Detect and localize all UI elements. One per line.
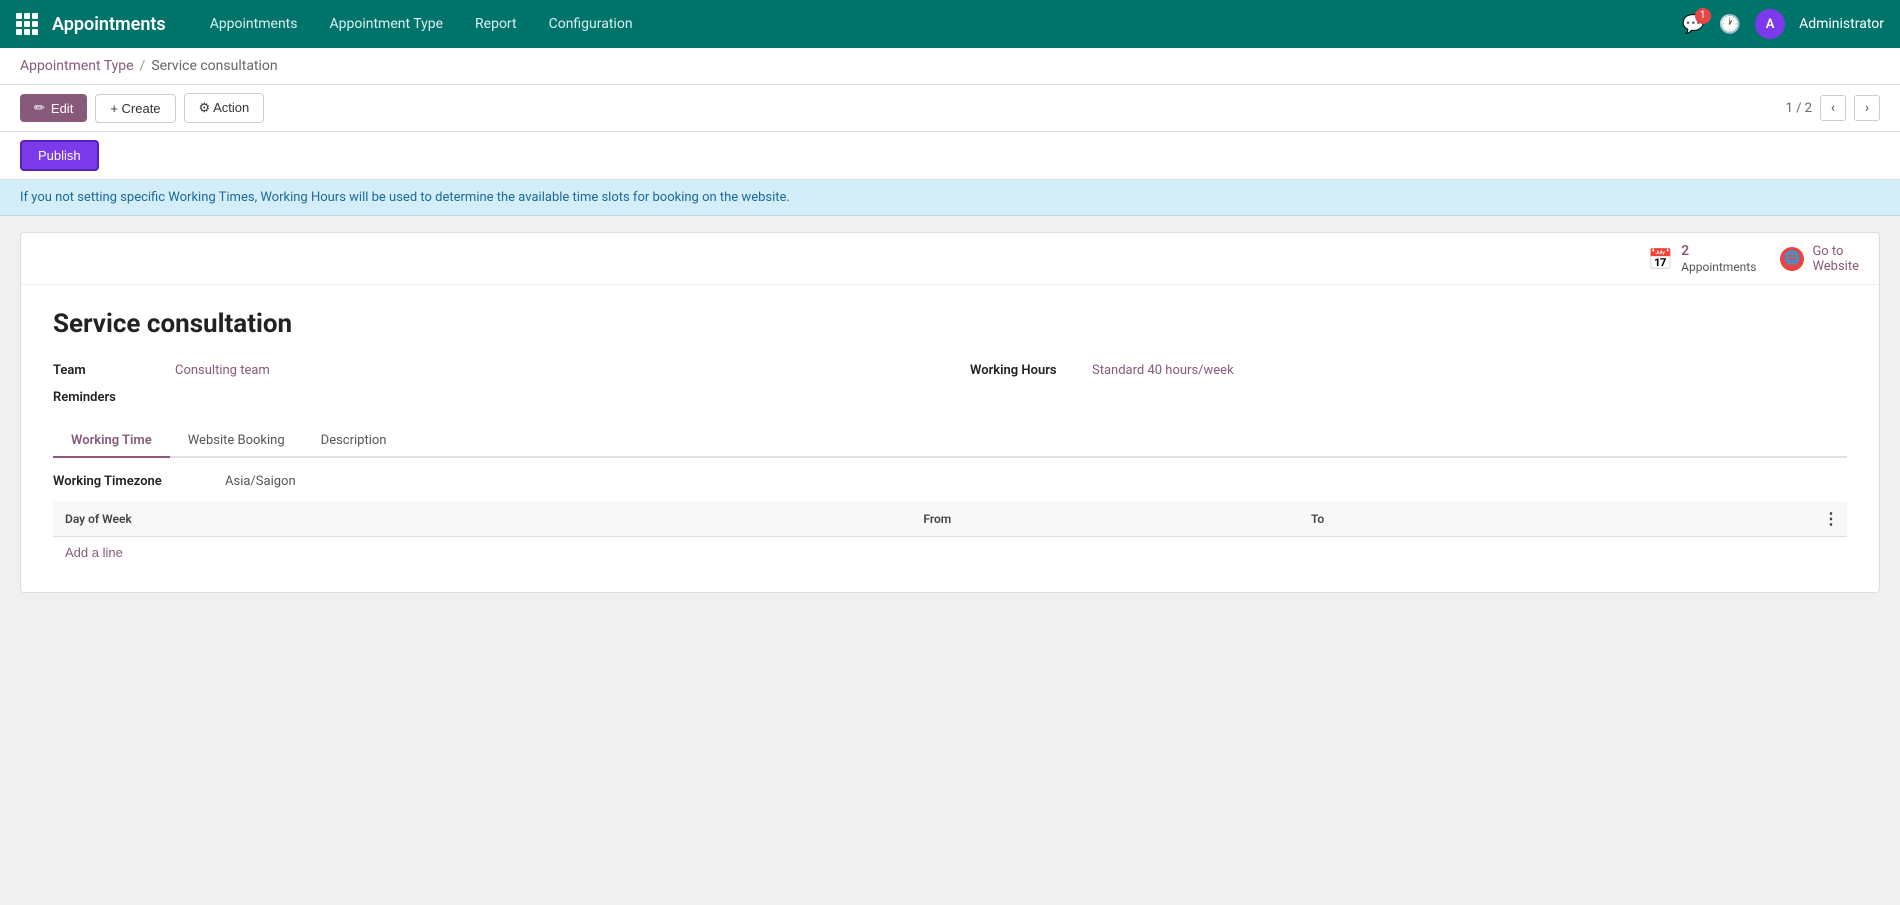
working-hours-label: Working Hours xyxy=(970,363,1080,378)
username: Administrator xyxy=(1799,16,1884,32)
team-value[interactable]: Consulting team xyxy=(175,363,270,378)
team-label: Team xyxy=(53,363,163,378)
info-banner-text: If you not setting specific Working Time… xyxy=(20,190,790,205)
goto-website-text: Go to Website xyxy=(1812,244,1859,274)
reminders-label: Reminders xyxy=(53,390,163,405)
goto-line1: Go to xyxy=(1812,244,1859,259)
tabs-bar: Working Time Website Booking Description xyxy=(53,425,1847,458)
pager-next-button[interactable]: › xyxy=(1854,95,1880,121)
edit-icon: ✏ xyxy=(34,100,45,116)
app-grid-icon[interactable] xyxy=(16,13,38,35)
working-hours-field-row: Working Hours Standard 40 hours/week xyxy=(970,363,1847,378)
edit-label: Edit xyxy=(51,101,73,116)
pager-prev-button[interactable]: ‹ xyxy=(1820,95,1846,121)
edit-button[interactable]: ✏ Edit xyxy=(20,94,87,122)
timezone-field-row: Working Timezone Asia/Saigon xyxy=(53,474,1847,489)
messages-icon[interactable]: 💬 1 xyxy=(1682,14,1704,35)
col-day-of-week: Day of Week xyxy=(53,501,732,537)
breadcrumb-separator: / xyxy=(140,58,146,74)
timezone-value: Asia/Saigon xyxy=(225,474,296,489)
action-button[interactable]: ⚙ Action xyxy=(184,93,265,123)
col-actions: ⋮ xyxy=(1578,501,1847,537)
breadcrumb: Appointment Type / Service consultation xyxy=(0,48,1900,85)
tab-working-time[interactable]: Working Time xyxy=(53,425,170,458)
calendar-icon: 📅 xyxy=(1648,247,1673,271)
right-fields: Working Hours Standard 40 hours/week xyxy=(970,363,1847,405)
top-navigation: Appointments Appointments Appointment Ty… xyxy=(0,0,1900,48)
record-body: Service consultation Team Consulting tea… xyxy=(21,285,1879,592)
breadcrumb-parent[interactable]: Appointment Type xyxy=(20,58,134,74)
notification-badge: 1 xyxy=(1695,8,1711,24)
nav-configuration[interactable]: Configuration xyxy=(535,10,647,38)
publish-button[interactable]: Publish xyxy=(20,140,99,171)
pager-text: 1 / 2 xyxy=(1786,101,1812,116)
stats-bar: 📅 2 Appointments 🌐 Go to Website xyxy=(21,233,1879,285)
team-field-row: Team Consulting team xyxy=(53,363,930,378)
working-time-tab-content: Working Timezone Asia/Saigon Day of Week… xyxy=(53,474,1847,568)
working-hours-value[interactable]: Standard 40 hours/week xyxy=(1092,363,1234,378)
topnav-right-section: 💬 1 🕐 A Administrator xyxy=(1682,9,1884,39)
clock-icon[interactable]: 🕐 xyxy=(1719,14,1741,35)
fields-grid: Team Consulting team Reminders Working H… xyxy=(53,363,1847,405)
col-to: To xyxy=(1299,501,1578,537)
website-globe-icon: 🌐 xyxy=(1780,247,1804,271)
appointments-label: Appointments xyxy=(1681,260,1756,274)
appointments-stat[interactable]: 📅 2 Appointments xyxy=(1648,243,1756,274)
tab-description[interactable]: Description xyxy=(303,425,405,458)
create-button[interactable]: + Create xyxy=(95,94,175,123)
table-actions-icon[interactable]: ⋮ xyxy=(1823,509,1839,528)
schedule-table: Day of Week From To ⋮ xyxy=(53,501,1847,537)
action-bar: ✏ Edit + Create ⚙ Action 1 / 2 ‹ › xyxy=(0,85,1900,132)
pager-section: 1 / 2 ‹ › xyxy=(1786,95,1880,121)
nav-appointments[interactable]: Appointments xyxy=(196,10,312,38)
record-card: 📅 2 Appointments 🌐 Go to Website Service… xyxy=(20,232,1880,593)
nav-report[interactable]: Report xyxy=(461,10,531,38)
goto-website-link[interactable]: 🌐 Go to Website xyxy=(1780,244,1859,274)
left-fields: Team Consulting team Reminders xyxy=(53,363,930,405)
info-banner: If you not setting specific Working Time… xyxy=(0,180,1900,216)
app-title: Appointments xyxy=(52,14,166,35)
timezone-label: Working Timezone xyxy=(53,474,213,489)
top-menu: Appointments Appointment Type Report Con… xyxy=(196,10,1683,38)
tab-website-booking[interactable]: Website Booking xyxy=(170,425,303,458)
goto-line2: Website xyxy=(1812,259,1859,274)
avatar[interactable]: A xyxy=(1755,9,1785,39)
record-title: Service consultation xyxy=(53,309,1847,339)
reminders-field-row: Reminders xyxy=(53,390,930,405)
col-from: From xyxy=(911,501,1299,537)
main-content: 📅 2 Appointments 🌐 Go to Website Service… xyxy=(0,216,1900,609)
add-line-button[interactable]: Add a line xyxy=(53,537,135,568)
col-spacer xyxy=(732,501,912,537)
publish-bar: Publish xyxy=(0,132,1900,180)
nav-appointment-type[interactable]: Appointment Type xyxy=(315,10,457,38)
appointments-count: 2 xyxy=(1681,243,1756,260)
breadcrumb-current: Service consultation xyxy=(151,58,277,74)
